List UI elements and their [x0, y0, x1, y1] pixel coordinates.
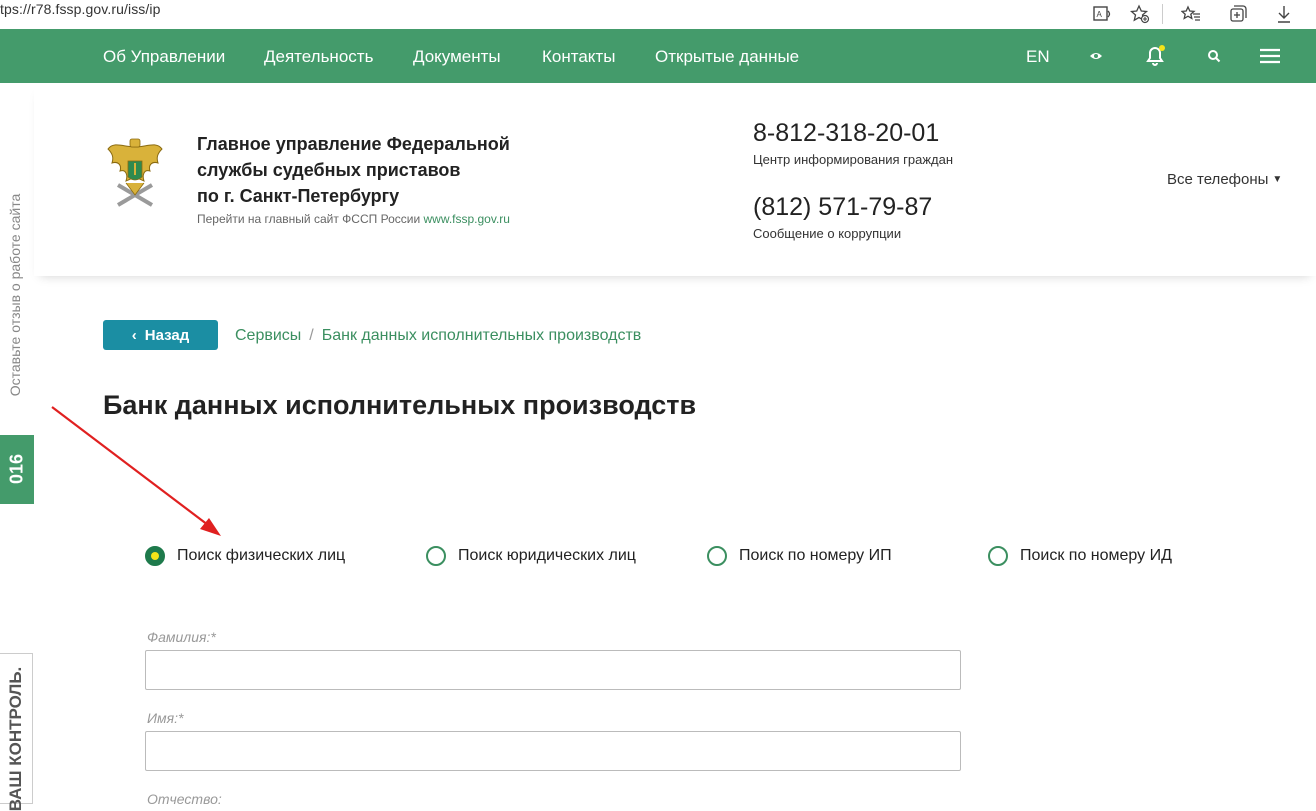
nav-item-open-data[interactable]: Открытые данные [655, 47, 799, 67]
surname-field[interactable] [145, 650, 961, 690]
org-title-line: по г. Санкт-Петербургу [197, 186, 400, 206]
breadcrumb-separator: / [309, 327, 314, 344]
back-button[interactable]: ‹ Назад [103, 320, 218, 350]
eye-icon[interactable] [1082, 42, 1110, 70]
patronymic-label: Отчество: [147, 791, 222, 807]
your-control-label: ВАШ КОНТРОЛЬ. [6, 666, 25, 811]
your-control-tab[interactable]: ВАШ КОНТРОЛЬ. [0, 653, 33, 811]
nav-item-about[interactable]: Об Управлении [103, 47, 225, 67]
browser-toolbar: tps://r78.fssp.gov.ru/iss/ip A [0, 0, 1316, 30]
back-label: Назад [144, 326, 190, 344]
svg-text:A: A [1097, 10, 1103, 19]
breadcrumb-item-services[interactable]: Сервисы [235, 327, 301, 344]
nav-item-documents[interactable]: Документы [413, 47, 501, 67]
phone-info-center[interactable]: 8-812-318-20-01 [753, 119, 939, 148]
main-site-link[interactable]: www.fssp.gov.ru [424, 212, 510, 226]
page-title: Банк данных исполнительных производств [103, 390, 697, 420]
main-navigation: Об Управлении Деятельность Документы Кон… [0, 29, 1316, 83]
menu-icon[interactable] [1256, 42, 1284, 70]
phone-info-center-caption: Центр информирования граждан [753, 152, 954, 167]
radio-label: Поиск физических лиц [177, 547, 346, 564]
radio-label: Поиск по номеру ИП [739, 547, 892, 564]
radio-legal-entities[interactable]: Поиск юридических лиц [426, 544, 636, 568]
radio-empty-icon [426, 546, 446, 566]
all-phones-dropdown[interactable]: Все телефоны ▼ [1167, 171, 1282, 188]
language-switch[interactable]: EN [1026, 47, 1050, 67]
organization-title: Главное управление Федеральной службы су… [197, 131, 510, 209]
name-label: Имя:* [147, 710, 184, 726]
main-site-note: Перейти на главный сайт ФССП России www.… [197, 212, 510, 226]
breadcrumb: Сервисы / Банк данных исполнительных произ… [235, 327, 641, 345]
caret-down-icon: ▼ [1272, 174, 1283, 185]
phone-corruption-caption: Сообщение о коррупции [753, 226, 902, 241]
radio-ip-number[interactable]: Поиск по номеру ИП [707, 544, 892, 568]
radio-selected-icon [145, 546, 165, 566]
nav-item-contacts[interactable]: Контакты [542, 47, 615, 67]
radio-empty-icon [988, 546, 1008, 566]
phone-corruption[interactable]: (812) 571-79-87 [753, 193, 932, 222]
collections-icon[interactable] [1227, 3, 1249, 25]
site-header: Главное управление Федеральной службы су… [34, 83, 1316, 276]
main-site-text: Перейти на главный сайт ФССП России [197, 212, 421, 226]
radio-individuals[interactable]: Поиск физических лиц [145, 544, 345, 568]
read-aloud-icon[interactable]: A [1092, 3, 1114, 25]
radio-label: Поиск юридических лиц [458, 547, 636, 564]
surname-label: Фамилия:* [147, 629, 216, 645]
tab-016-label: 016 [6, 453, 27, 485]
org-title-line: Главное управление Федеральной [197, 134, 510, 154]
org-title-line: службы судебных приставов [197, 160, 461, 180]
all-phones-label: Все телефоны [1167, 171, 1269, 188]
nav-item-activity[interactable]: Деятельность [264, 47, 373, 67]
feedback-tab[interactable]: Оставьте отзыв о работе сайта [0, 180, 30, 410]
radio-empty-icon [707, 546, 727, 566]
radio-label: Поиск по номеру ИД [1020, 547, 1172, 564]
radio-id-number[interactable]: Поиск по номеру ИД [988, 544, 1172, 568]
bell-icon[interactable] [1141, 42, 1169, 70]
fssp-emblem-logo[interactable] [106, 137, 164, 213]
favorites-icon[interactable] [1180, 3, 1202, 25]
download-icon[interactable] [1273, 3, 1295, 25]
chevron-left-icon: ‹ [131, 326, 137, 344]
search-icon[interactable] [1200, 42, 1228, 70]
favorite-add-icon[interactable] [1129, 3, 1151, 25]
tab-016[interactable]: 016 [0, 435, 34, 504]
toolbar-separator [1162, 4, 1163, 24]
name-field[interactable] [145, 731, 961, 771]
feedback-label: Оставьте отзыв о работе сайта [7, 193, 23, 397]
address-bar[interactable]: tps://r78.fssp.gov.ru/iss/ip [0, 1, 161, 17]
breadcrumb-item-current[interactable]: Банк данных исполнительных производств [322, 327, 642, 344]
